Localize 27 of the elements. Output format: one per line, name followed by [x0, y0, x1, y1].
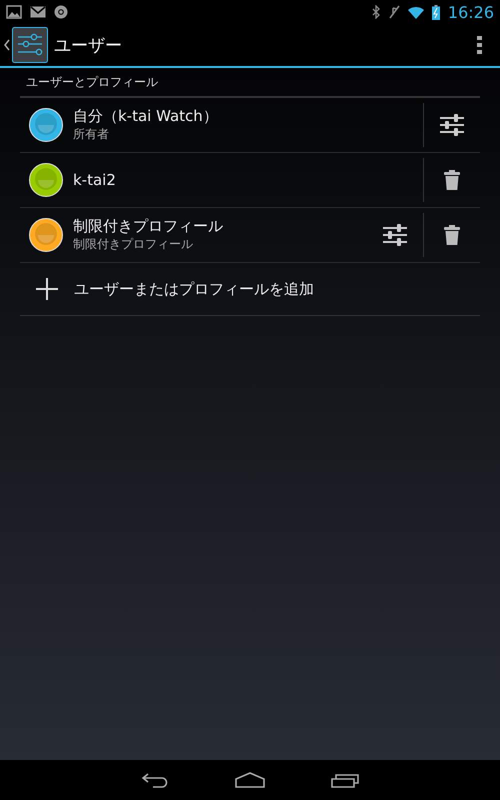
mail-icon: [30, 6, 46, 18]
plus-icon[interactable]: [36, 278, 58, 300]
user-name[interactable]: k-tai2: [73, 171, 423, 189]
clock: 16:26: [448, 2, 494, 22]
user-subtitle: 制限付きプロフィール: [73, 236, 194, 253]
recent-apps-icon[interactable]: [331, 772, 359, 788]
muted-icon: [388, 5, 400, 19]
overflow-menu-icon[interactable]: [477, 36, 482, 54]
sliders-icon[interactable]: [383, 224, 407, 246]
user-name[interactable]: 自分（k-tai Watch）: [73, 107, 423, 126]
trash-icon[interactable]: [444, 225, 460, 245]
sliders-icon[interactable]: [440, 114, 464, 136]
user-name[interactable]: 制限付きプロフィール: [73, 217, 367, 236]
browser-icon: [54, 5, 68, 19]
add-user-item[interactable]: ユーザーまたはプロフィールを追加: [74, 280, 314, 298]
screen-title: ユーザー: [54, 34, 123, 56]
user-subtitle: 所有者: [73, 126, 110, 143]
home-icon[interactable]: [235, 772, 265, 788]
back-icon[interactable]: [141, 772, 169, 788]
battery-icon: [432, 4, 440, 20]
bluetooth-icon: [372, 5, 380, 19]
settings-app-icon[interactable]: [12, 27, 48, 63]
wifi-icon: [408, 6, 424, 18]
section-header: ユーザーとプロフィール: [20, 68, 480, 98]
image-icon: [6, 5, 22, 19]
back-caret-icon[interactable]: [2, 39, 12, 51]
trash-icon[interactable]: [444, 170, 460, 190]
